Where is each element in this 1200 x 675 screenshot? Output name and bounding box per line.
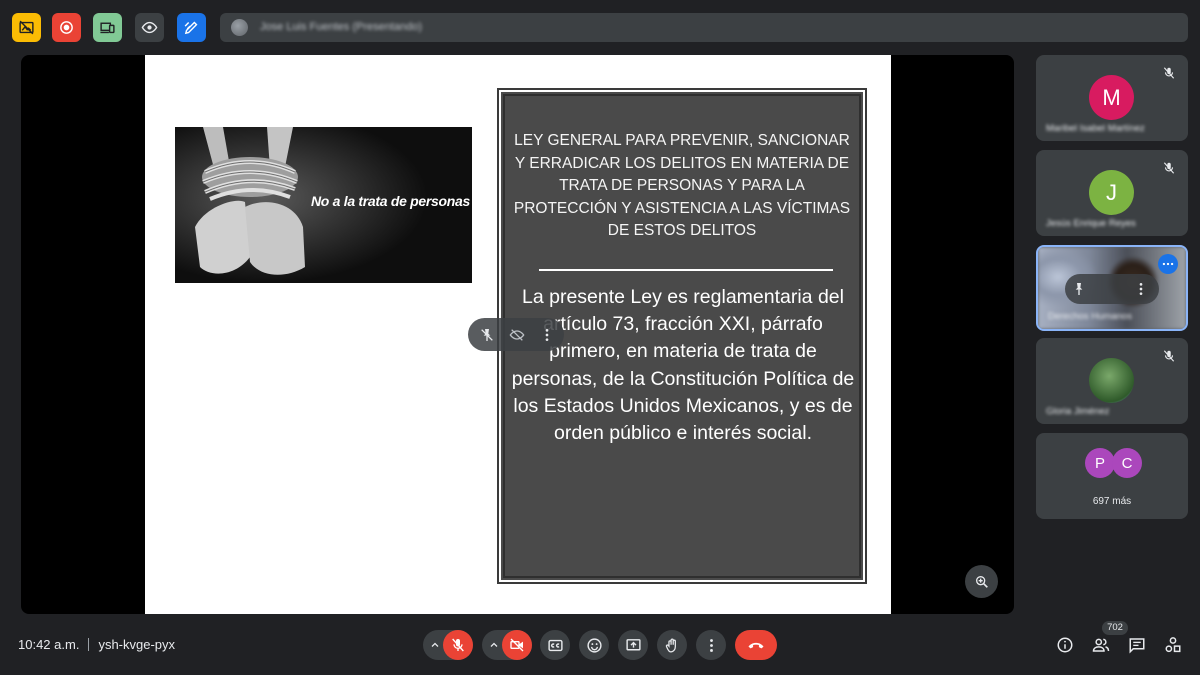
zoom-button[interactable] [965, 565, 998, 598]
chat-icon [1129, 638, 1145, 654]
people-icon [1092, 638, 1110, 652]
camera-control [482, 630, 532, 660]
shapes-icon [1165, 637, 1181, 653]
present-now-button[interactable] [618, 630, 648, 660]
hide-video-button[interactable] [502, 318, 532, 351]
call-end-icon [748, 642, 764, 649]
pin-off-icon [481, 328, 493, 341]
pen-icon [184, 21, 198, 35]
presenter-banner: Jose Luis Fuentes (Presentando) [220, 13, 1188, 42]
law-divider [539, 269, 833, 271]
mic-off-icon [1163, 350, 1175, 362]
participant-name: Gloria Jiménez [1046, 406, 1110, 417]
participant-name: Derechos Humanos [1048, 311, 1132, 322]
hide-tiles-button[interactable] [12, 13, 41, 42]
picture-off-icon [19, 20, 34, 35]
more-participants-tile[interactable]: P C 697 más [1036, 433, 1188, 519]
people-button[interactable] [1090, 634, 1112, 656]
presenter-avatar [231, 19, 248, 36]
tile-options-button[interactable] [534, 318, 560, 351]
more-vert-icon [709, 638, 713, 652]
captions-button[interactable] [540, 630, 570, 660]
participant-avatar: P [1085, 448, 1115, 478]
zoom-in-icon [975, 575, 988, 588]
raise-hand-button[interactable] [657, 630, 687, 660]
participant-tile[interactable]: J Jesús Enrique Reyes [1036, 150, 1188, 236]
camera-toggle[interactable] [502, 630, 532, 660]
top-bar: Jose Luis Fuentes (Presentando) [0, 0, 1200, 55]
participant-tile[interactable]: Gloria Jiménez [1036, 338, 1188, 424]
participant-tile[interactable]: M Maribel Isabel Martínez [1036, 55, 1188, 141]
annotate-button[interactable] [177, 13, 206, 42]
chat-button[interactable] [1126, 634, 1148, 656]
microphone-control [423, 630, 473, 660]
visibility-off-icon [509, 328, 525, 341]
pin-button[interactable] [1071, 281, 1087, 297]
info-icon [1057, 637, 1073, 653]
tile-more-button[interactable] [1133, 281, 1149, 297]
devices-button[interactable] [93, 13, 122, 42]
meeting-code: ysh-kvge-pyx [98, 637, 176, 652]
eye-icon [141, 21, 158, 34]
people-count-badge: 702 [1102, 621, 1128, 635]
present-to-all-icon [625, 638, 641, 650]
participant-name: Maribel Isabel Martínez [1046, 123, 1145, 134]
more-vert-icon [545, 328, 549, 341]
law-body: La presente Ley es reglamentaria del art… [511, 286, 855, 445]
more-participants-count: 697 más [1092, 496, 1132, 507]
record-icon [60, 21, 73, 34]
more-options-button[interactable] [696, 630, 726, 660]
mic-off-icon [1163, 67, 1175, 79]
meeting-info: 10:42 a.m. ysh-kvge-pyx [18, 637, 175, 652]
presenter-label: Jose Luis Fuentes (Presentando) [260, 21, 423, 33]
reactions-button[interactable] [579, 630, 609, 660]
slide-image: No a la trata de personas [175, 127, 472, 283]
mic-off-icon [452, 638, 464, 652]
devices-icon [100, 22, 115, 34]
tile-options-badge[interactable] [1158, 254, 1178, 274]
participant-avatar: C [1112, 448, 1142, 478]
participant-name: Jesús Enrique Reyes [1046, 218, 1136, 229]
closed-captions-icon [547, 639, 563, 651]
video-settings-button[interactable] [486, 630, 502, 660]
meeting-details-button[interactable] [1054, 634, 1076, 656]
tile-controls [1065, 274, 1159, 304]
law-title: LEY GENERAL PARA PREVENIR, SANCIONAR Y E… [513, 132, 851, 240]
activities-button[interactable] [1162, 634, 1184, 656]
bottom-bar: 10:42 a.m. ysh-kvge-pyx 702 [0, 614, 1200, 675]
participant-video-tile[interactable]: Derechos Humanos [1036, 245, 1188, 331]
emoji-icon [586, 637, 602, 653]
videocam-off-icon [510, 638, 524, 652]
hand-icon [665, 637, 676, 653]
leave-call-button[interactable] [735, 630, 777, 660]
slide-image-caption: No a la trata de personas [311, 193, 471, 209]
more-vert-icon [1139, 283, 1143, 295]
microphone-toggle[interactable] [443, 630, 473, 660]
pin-icon [1075, 283, 1083, 295]
participant-avatar [1089, 358, 1134, 403]
record-button[interactable] [52, 13, 81, 42]
presentation-stage: No a la trata de personas LEY GENERAL PA… [21, 55, 1014, 614]
chevron-up-icon [490, 642, 498, 647]
pin-off-button[interactable] [472, 318, 502, 351]
mic-off-icon [1163, 162, 1175, 174]
participant-avatar: J [1089, 170, 1134, 215]
visibility-button[interactable] [135, 13, 164, 42]
presenter-hover-controls [468, 318, 564, 351]
more-horiz-icon [1162, 262, 1174, 266]
participant-avatar: M [1089, 75, 1134, 120]
clock-time: 10:42 a.m. [18, 637, 80, 652]
audio-settings-button[interactable] [427, 630, 443, 660]
divider [88, 638, 90, 651]
chevron-up-icon [431, 642, 439, 647]
